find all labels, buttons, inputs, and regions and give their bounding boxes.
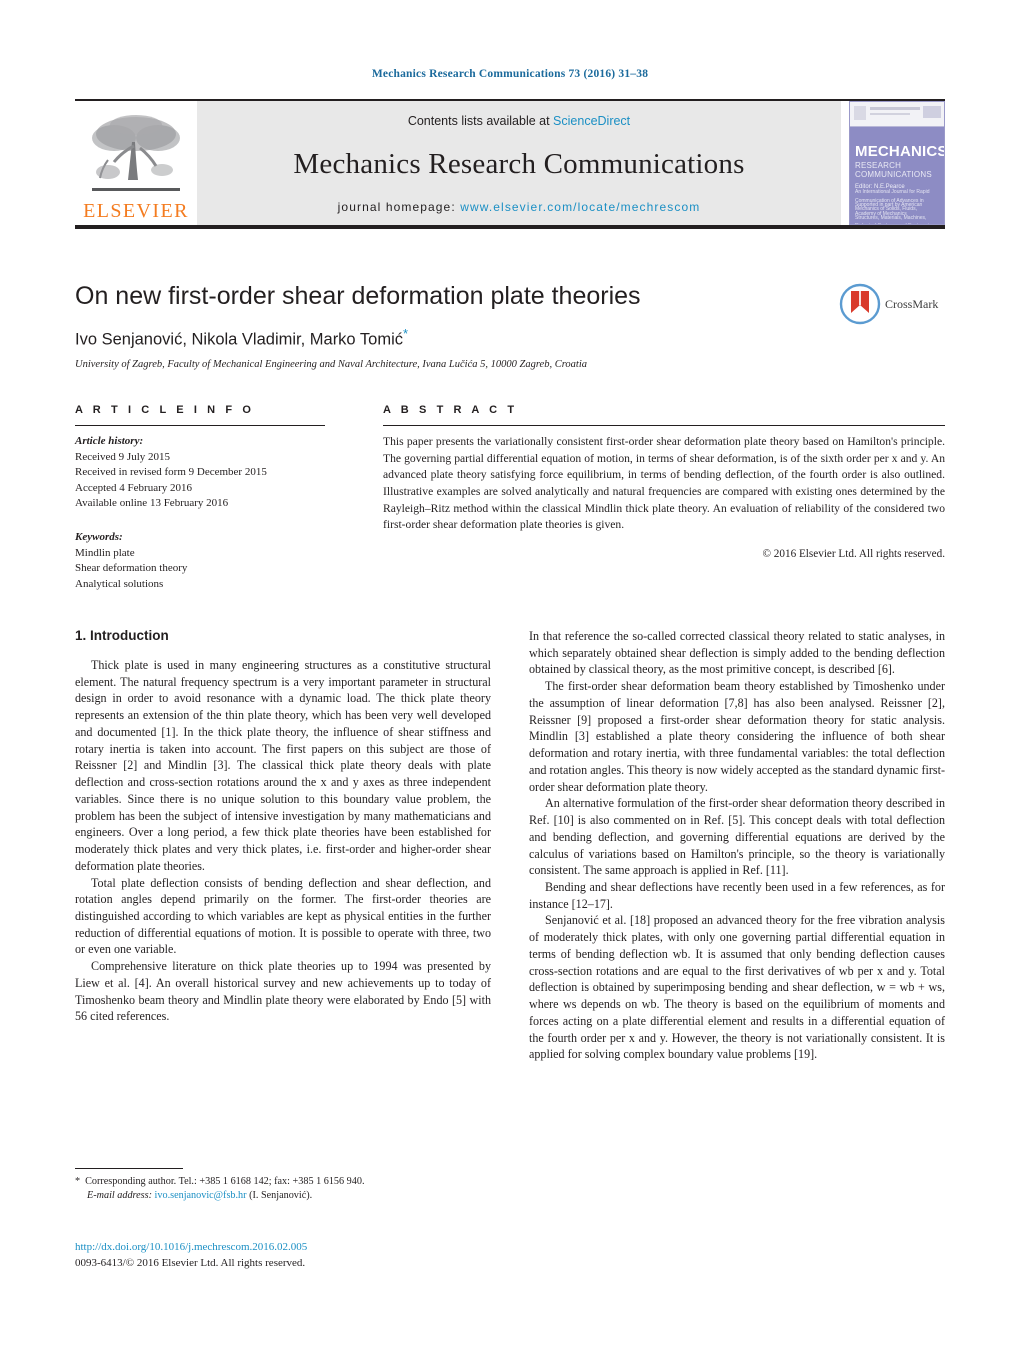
cover-footer: Supported in part by American Academy of… [855,202,923,217]
article-info-rule [75,425,325,426]
abstract-column: A B S T R A C T This paper presents the … [383,404,945,592]
article-history-label: Article history: [75,435,144,447]
footnote-marker: * [75,1176,81,1187]
affiliation: University of Zagreb, Faculty of Mechani… [75,359,587,371]
doi-block: http://dx.doi.org/10.1016/j.mechrescom.2… [75,1240,505,1272]
author-list: Ivo Senjanović, Nikola Vladimir, Marko T… [75,326,945,350]
paragraph: The first-order shear deformation beam t… [529,679,945,794]
journal-title: Mechanics Research Communications [293,147,745,180]
running-head: Mechanics Research Communications 73 (20… [371,68,649,80]
contents-prefix: Contents lists available at [407,114,554,128]
body-column-right: In that reference the so-called correcte… [529,628,945,1063]
history-item: Available online 13 February 2016 [75,497,229,510]
paragraph: Total plate deflection consists of bendi… [75,875,491,957]
keyword-item: Analytical solutions [75,577,164,590]
journal-masthead: ELSEVIER Contents lists available at Sci… [75,99,945,229]
sciencedirect-link[interactable]: ScienceDirect [553,114,630,128]
cover-title: MECHANICS [855,143,945,160]
paragraph: In that reference the so-called correcte… [529,629,945,677]
title-block: On new first-order shear deformation pla… [75,282,945,370]
journal-band: Contents lists available at ScienceDirec… [197,101,841,225]
footnote-rule [75,1168,183,1169]
paragraph: Comprehensive literature on thick plate … [75,959,491,1024]
cover-elsevier-mark-icon [854,106,866,120]
elsevier-tree-icon [92,115,180,191]
abstract-copyright: © 2016 Elsevier Ltd. All rights reserved… [762,548,946,561]
info-abstract-area: A R T I C L E I N F O Article history: R… [75,404,945,592]
journal-homepage-line: journal homepage: www.elsevier.com/locat… [338,200,701,214]
journal-cover-thumbnail[interactable]: MECHANICS RESEARCH COMMUNICATIONS Editor… [849,101,945,225]
page-title: On new first-order shear deformation pla… [75,282,641,310]
email-line: E-mail address: ivo.senjanovic@fsb.hr (I… [75,1189,491,1203]
keyword-item: Mindlin plate [75,546,135,559]
section-heading-introduction: 1. Introduction [75,628,169,643]
issn-copyright-line: 0093-6413/© 2016 Elsevier Ltd. All right… [75,1256,306,1269]
abstract-heading: A B S T R A C T [383,404,518,416]
footnote-block: * Corresponding author. Tel.: +385 1 6168… [75,1168,491,1204]
body-columns: 1. Introduction Thick plate is used in m… [75,628,945,1063]
crossmark-label: CrossMark [885,296,939,311]
homepage-url-link[interactable]: www.elsevier.com/locate/mechrescom [460,200,700,214]
keywords-block: Keywords: Mindlin plate Shear deformatio… [75,530,325,592]
article-info-column: A R T I C L E I N F O Article history: R… [75,404,325,592]
history-item: Received in revised form 9 December 2015 [75,466,267,479]
corresponding-author-marker[interactable]: * [403,326,408,341]
keywords-label: Keywords: [75,531,123,544]
article-sheet: Mechanics Research Communications 73 (20… [75,0,945,1351]
cover-line-2 [870,113,910,115]
cover-volume-badge [923,106,941,118]
email-suffix: (I. Senjanović). [249,1190,313,1202]
body-column-left: 1. Introduction Thick plate is used in m… [75,628,491,1063]
elsevier-logo: ELSEVIER [75,101,197,225]
paragraph: Bending and shear deflections have recen… [529,880,945,911]
doi-link[interactable]: http://dx.doi.org/10.1016/j.mechrescom.2… [75,1240,505,1256]
homepage-prefix: journal homepage: [337,200,461,214]
history-item: Received 9 July 2015 [75,450,171,463]
abstract-text: This paper presents the variationally co… [383,435,945,532]
contents-available-line: Contents lists available at ScienceDirec… [408,114,630,128]
corresponding-author-note: Corresponding author. Tel.: +385 1 6168 … [85,1176,365,1187]
article-history-block: Article history: Received 9 July 2015 Re… [75,434,325,512]
crossmark-badge[interactable]: CrossMark [839,282,945,326]
crossmark-icon [839,283,881,325]
email-label: E-mail address: [87,1190,152,1202]
cover-header-strip [850,102,944,127]
footnote-text: * Corresponding author. Tel.: +385 1 6168… [75,1175,491,1204]
email-link[interactable]: ivo.senjanovic@fsb.hr [155,1190,247,1201]
page-canvas: Mechanics Research Communications 73 (20… [0,0,1020,1351]
elsevier-wordmark: ELSEVIER [83,200,189,222]
article-info-heading: A R T I C L E I N F O [75,404,255,416]
history-item: Accepted 4 February 2016 [75,481,192,494]
author-names: Ivo Senjanović, Nikola Vladimir, Marko T… [75,330,403,349]
keyword-item: Shear deformation theory [75,562,188,575]
masthead-bottom-rule [75,225,945,229]
cover-subtitle: RESEARCH COMMUNICATIONS [855,161,932,179]
abstract-rule [383,425,945,426]
paragraph: Thick plate is used in many engineering … [75,658,491,873]
paragraph: Senjanović et al. [18] proposed an advan… [529,913,945,1062]
cover-line-1 [870,107,920,110]
paragraph: An alternative formulation of the first-… [529,796,945,878]
